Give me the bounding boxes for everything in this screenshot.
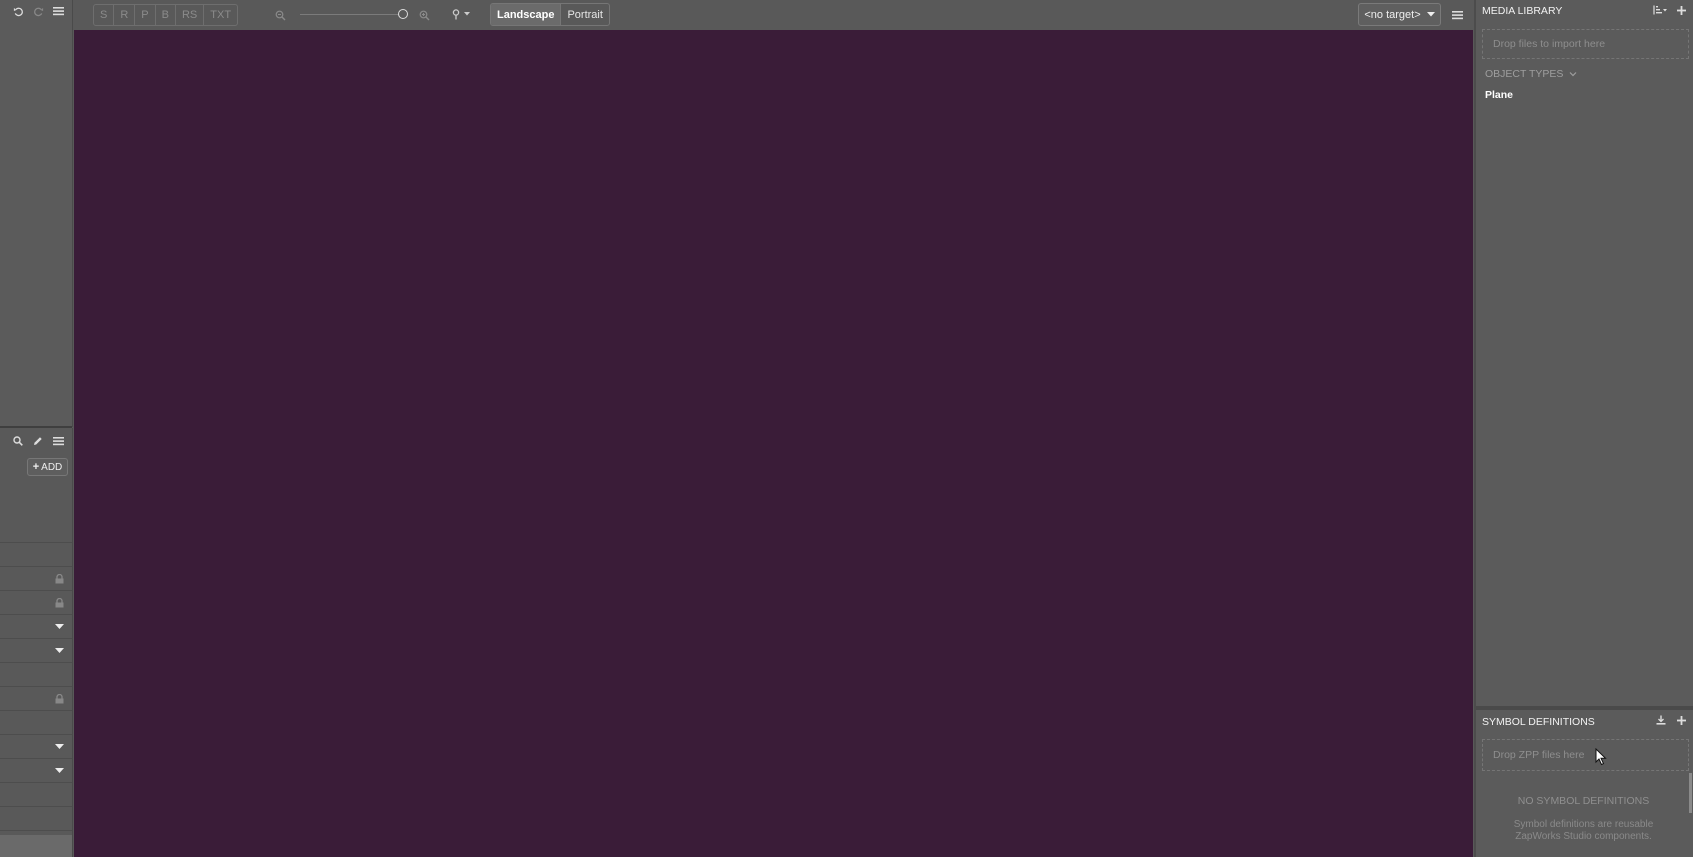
caret-down-icon[interactable]: [53, 765, 65, 777]
menu-icon[interactable]: [52, 435, 64, 447]
object-types-header[interactable]: OBJECT TYPES: [1485, 68, 1577, 80]
pin-dropdown[interactable]: [450, 8, 470, 20]
lock-icon[interactable]: [53, 573, 65, 585]
zoom-slider-handle[interactable]: [398, 9, 408, 19]
symbol-definitions-title: SYMBOL DEFINITIONS: [1482, 716, 1595, 728]
undo-icon[interactable]: [12, 5, 24, 17]
search-icon[interactable]: [12, 435, 24, 447]
property-row: [0, 615, 72, 639]
empty-state-line: Symbol definitions are reusable: [1513, 819, 1654, 830]
media-library-panel: [1474, 0, 1693, 857]
property-row: [0, 543, 72, 567]
caret-down-icon[interactable]: [53, 645, 65, 657]
property-row: [0, 711, 72, 735]
mode-button-s[interactable]: S: [94, 5, 115, 25]
mouse-cursor-icon: [1595, 747, 1607, 769]
mode-button-txt[interactable]: TXT: [204, 5, 237, 25]
mode-button-r[interactable]: R: [114, 5, 136, 25]
redo-icon[interactable]: [32, 5, 44, 17]
menu-icon[interactable]: [1451, 9, 1463, 21]
property-row: [0, 735, 72, 759]
menu-icon[interactable]: [52, 5, 64, 17]
transform-mode-group: S R P B RS TXT: [93, 4, 239, 26]
caret-down-icon: [464, 8, 470, 20]
empty-state-title: NO SYMBOL DEFINITIONS: [1517, 795, 1650, 807]
property-row: [0, 783, 72, 807]
property-row: [0, 663, 72, 687]
map-pin-icon: [450, 8, 462, 20]
property-row: [0, 591, 72, 615]
add-button[interactable]: + ADD: [27, 458, 68, 476]
zoom-out-icon[interactable]: [274, 9, 286, 21]
property-row: [0, 759, 72, 783]
media-drop-zone[interactable]: Drop files to import here: [1482, 29, 1689, 59]
add-icon[interactable]: [1675, 4, 1687, 16]
pencil-icon[interactable]: [32, 435, 44, 447]
landscape-button[interactable]: Landscape: [491, 4, 561, 25]
property-row: [0, 567, 72, 591]
symbol-drop-text: Drop ZPP files here: [1493, 749, 1585, 761]
property-row: [0, 807, 72, 831]
add-icon[interactable]: [1675, 714, 1687, 726]
media-library-actions: [1651, 4, 1687, 16]
caret-down-icon[interactable]: [53, 621, 65, 633]
scene-canvas[interactable]: [74, 30, 1473, 857]
caret-down-icon: [1426, 9, 1435, 21]
media-library-title: MEDIA LIBRARY: [1482, 5, 1563, 17]
symbol-drop-zone[interactable]: Drop ZPP files here: [1482, 739, 1689, 771]
zoom-in-icon[interactable]: [418, 9, 430, 21]
properties-footer: [0, 835, 72, 857]
property-row: [0, 687, 72, 711]
mode-button-b[interactable]: B: [156, 5, 176, 25]
add-button-label: ADD: [41, 461, 63, 473]
empty-state-line: ZapWorks Studio components.: [1515, 831, 1652, 842]
property-row: [0, 481, 72, 543]
lock-icon[interactable]: [53, 693, 65, 705]
target-select-value: <no target>: [1364, 8, 1421, 21]
hierarchy-panel: [0, 0, 73, 427]
mode-button-p[interactable]: P: [135, 5, 156, 25]
property-row: [0, 639, 72, 663]
lock-icon[interactable]: [53, 597, 65, 609]
symbol-definitions-actions: [1655, 714, 1687, 726]
orientation-toggle: Landscape Portrait: [490, 3, 610, 26]
portrait-button[interactable]: Portrait: [560, 4, 608, 25]
panel-divider[interactable]: [1476, 706, 1693, 710]
import-icon[interactable]: [1655, 714, 1667, 726]
chevron-down-icon: [1569, 68, 1577, 80]
target-select[interactable]: <no target>: [1358, 3, 1441, 26]
empty-state-description: Symbol definitions are reusable ZapWorks…: [1476, 819, 1691, 843]
plus-icon: +: [32, 461, 40, 473]
media-drop-text: Drop files to import here: [1493, 38, 1606, 50]
object-types-label: OBJECT TYPES: [1485, 68, 1564, 80]
caret-down-icon[interactable]: [53, 741, 65, 753]
sort-icon[interactable]: [1651, 4, 1669, 16]
object-type-plane[interactable]: Plane: [1485, 89, 1513, 101]
hierarchy-toolbar: [0, 0, 72, 22]
scrollbar[interactable]: [1689, 773, 1692, 813]
mode-button-rs[interactable]: RS: [176, 5, 205, 25]
properties-toolbar: [0, 428, 72, 454]
zoom-slider[interactable]: [300, 14, 402, 15]
